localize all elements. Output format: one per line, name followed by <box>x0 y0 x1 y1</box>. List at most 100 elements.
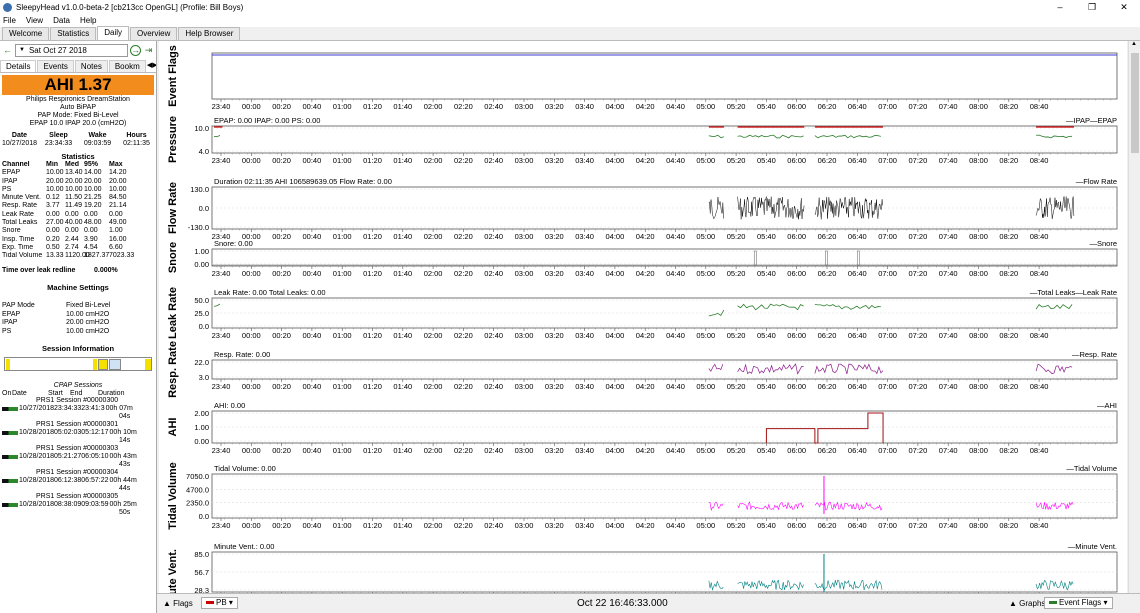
x-tick-label: 01:20 <box>363 521 382 530</box>
x-tick-label: 06:40 <box>848 269 867 278</box>
x-tick-label: 07:40 <box>939 521 958 530</box>
tab-overview[interactable]: Overview <box>130 27 178 40</box>
menu-help[interactable]: Help <box>80 16 96 25</box>
stats-header-row: Channel Min Med 95% Max <box>2 161 123 168</box>
x-tick-label: 00:20 <box>272 269 291 278</box>
minimize-button[interactable]: – <box>1044 0 1076 14</box>
x-tick-label: 01:00 <box>333 331 352 340</box>
stats-row: Exp. Time 0.50 2.74 4.54 6.60 <box>2 243 123 251</box>
tab-daily[interactable]: Daily <box>97 26 129 40</box>
x-tick-label: 03:00 <box>515 382 534 391</box>
maximize-button[interactable]: ❐ <box>1076 0 1108 14</box>
tab-scroll-arrows-icon[interactable]: ◀▶ <box>147 60 156 72</box>
session-item[interactable]: PRS1 Session #00000305 10/28/201808:38:09… <box>0 493 156 517</box>
x-tick-label: 07:00 <box>878 232 897 241</box>
plot-area[interactable] <box>211 359 1118 380</box>
x-tick-label: 05:20 <box>727 269 746 278</box>
y-tick-label: 2.00 <box>194 409 209 418</box>
session-timeline[interactable] <box>4 357 152 372</box>
x-tick-label: 01:40 <box>393 521 412 530</box>
x-tick-label: 06:40 <box>848 331 867 340</box>
graph-legend: —Resp. Rate <box>1072 350 1117 359</box>
x-tick-label: 06:40 <box>848 232 867 241</box>
session-enabled-icon <box>2 407 18 412</box>
x-tick-label: 07:00 <box>878 156 897 165</box>
x-tick-label: 04:40 <box>666 156 685 165</box>
x-tick-label: 08:20 <box>999 521 1018 530</box>
scroll-up-icon[interactable]: ▲ <box>1131 41 1137 47</box>
graph-panel[interactable]: Tidal Volume <box>167 462 1118 530</box>
x-tick-label: 05:00 <box>696 269 715 278</box>
graph-area[interactable]: Event Flags 23:40 00:00 00:20 00:40 01:00 01:2… <box>159 41 1127 593</box>
x-tick-label: 02:00 <box>424 102 443 111</box>
session-item[interactable]: PRS1 Session #00000303 10/28/201805:21:27… <box>0 445 156 469</box>
x-tick-label: 02:00 <box>424 269 443 278</box>
x-tick-label: 06:20 <box>818 382 837 391</box>
x-tick-label: 08:20 <box>999 156 1018 165</box>
x-tick-label: 02:40 <box>484 156 503 165</box>
x-tick-label: 00:40 <box>303 269 322 278</box>
graph-panel[interactable]: Event Flags <box>167 45 1118 107</box>
next-day-arrow-icon[interactable]: → <box>130 44 141 56</box>
tab-statistics[interactable]: Statistics <box>50 27 97 40</box>
menu-data[interactable]: Data <box>53 16 70 25</box>
subtab-notes[interactable]: Notes <box>74 60 108 72</box>
x-tick-label: 08:40 <box>1030 232 1049 241</box>
prev-day-arrow-icon[interactable]: ← <box>2 45 13 56</box>
x-tick-label: 00:00 <box>242 382 261 391</box>
session-item[interactable]: PRS1 Session #00000301 10/28/201805:02:03… <box>0 421 156 445</box>
tab-welcome[interactable]: Welcome <box>2 27 50 40</box>
y-tick-label: 50.0 <box>194 296 209 305</box>
graph-panel[interactable]: Flow Rate <box>167 182 1118 234</box>
plot-area[interactable] <box>211 52 1118 100</box>
x-tick-label: 04:00 <box>606 382 625 391</box>
graph-legend: —Flow Rate <box>1076 177 1117 186</box>
graph-title: Duration 02:11:35 AHI 106589639.05 Flow … <box>214 177 392 186</box>
menu-file[interactable]: File <box>3 16 16 25</box>
session-item[interactable]: PRS1 Session #00000304 10/28/201806:12:38… <box>0 469 156 493</box>
subtab-details[interactable]: Details <box>0 60 37 72</box>
x-tick-label: 04:40 <box>666 446 685 455</box>
x-tick-label: 04:00 <box>606 331 625 340</box>
flags-toggle[interactable]: ▲ Flags <box>163 599 193 608</box>
stats-row: IPAP 20.00 20.00 20.00 20.00 <box>2 177 127 185</box>
plot-area[interactable] <box>211 248 1118 267</box>
machine-settings: PAP Mode Fixed Bi-Level EPAP 10.00 cmH2O IPA… <box>0 302 156 336</box>
date-picker[interactable]: ▼ Sat Oct 27 2018 <box>15 43 128 57</box>
x-tick-label: 08:40 <box>1030 102 1049 111</box>
event-flags-selector[interactable]: Event Flags ▾ <box>1044 597 1113 609</box>
x-tick-label: 04:40 <box>666 269 685 278</box>
x-tick-label: 01:00 <box>333 446 352 455</box>
x-tick-label: 04:20 <box>636 232 655 241</box>
graph-scrollbar[interactable]: ▲ <box>1128 41 1140 593</box>
x-tick-label: 01:00 <box>333 521 352 530</box>
x-tick-label: 01:40 <box>393 269 412 278</box>
menu-view[interactable]: View <box>26 16 43 25</box>
graph-panel[interactable]: AHI <box>167 410 1118 446</box>
tab-help-browser[interactable]: Help Browser <box>178 27 241 40</box>
subtab-bookmarks[interactable]: Bookm <box>108 60 146 72</box>
jump-to-last-icon[interactable]: ⇥ <box>143 45 154 56</box>
x-tick-label: 02:20 <box>454 269 473 278</box>
window-title: SleepyHead v1.0.0-beta-2 [cb213cc OpenGL… <box>16 2 244 12</box>
x-tick-label: 00:40 <box>303 331 322 340</box>
x-tick-label: 03:20 <box>545 331 564 340</box>
x-tick-label: 07:20 <box>909 269 928 278</box>
plot-area[interactable] <box>211 473 1118 519</box>
scrollbar-thumb[interactable] <box>1131 53 1139 153</box>
x-tick-label: 05:20 <box>727 521 746 530</box>
y-tick-label: 0.0 <box>199 204 209 213</box>
plot-area[interactable] <box>211 125 1118 154</box>
subtab-events[interactable]: Events <box>37 60 74 72</box>
x-tick-label: 05:40 <box>757 156 776 165</box>
x-tick-label: 02:40 <box>484 269 503 278</box>
x-tick-label: 06:20 <box>818 269 837 278</box>
session-item[interactable]: PRS1 Session #00000300 10/27/201823:34:33… <box>0 397 156 421</box>
graph-panel[interactable]: ute Vent. <box>167 549 1118 593</box>
graph-legend: —Tidal Volume <box>1066 464 1117 473</box>
x-tick-label: 08:20 <box>999 382 1018 391</box>
pb-selector[interactable]: PB ▾ <box>201 597 238 609</box>
close-button[interactable]: ✕ <box>1108 0 1140 14</box>
daily-graphs[interactable]: Event Flags 23:40 00:00 00:20 00:40 01:00 01:2… <box>159 41 1127 593</box>
graphs-toggle[interactable]: ▲ Graphs <box>1009 599 1045 608</box>
